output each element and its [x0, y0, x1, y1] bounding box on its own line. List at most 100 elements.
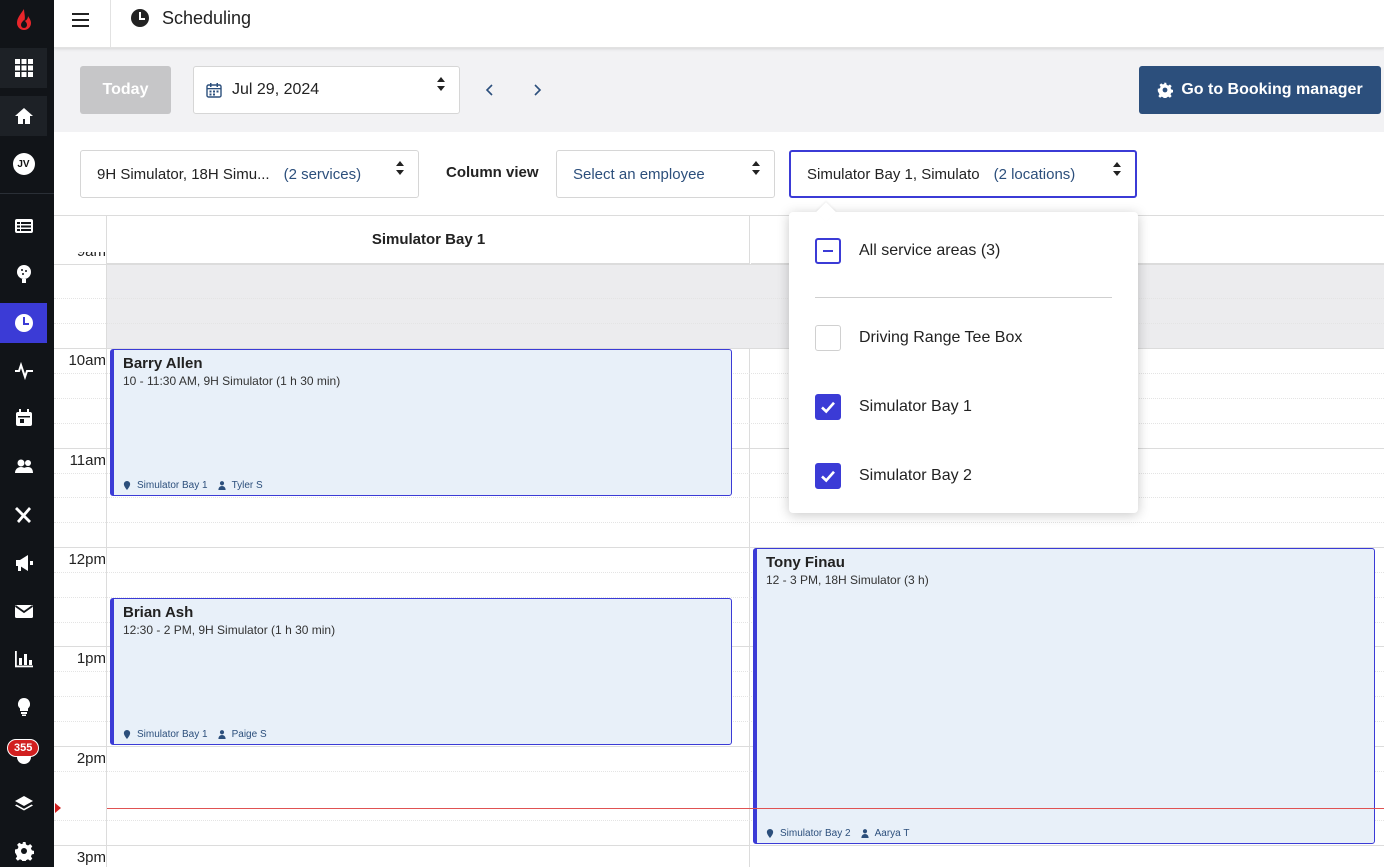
appointment-customer: Tony Finau	[766, 554, 845, 571]
option-simulator-bay-2[interactable]: Simulator Bay 2	[815, 463, 972, 489]
dropdown-divider	[815, 297, 1112, 298]
column-header: Simulator Bay 1	[107, 216, 750, 264]
services-count: (2 services)	[283, 165, 362, 183]
locations-count: (2 locations)	[993, 165, 1076, 183]
map-pin-icon	[123, 730, 131, 739]
time-label: 2pm	[76, 750, 106, 767]
date-value: Jul 29, 2024	[232, 81, 320, 98]
appointment-meta: Simulator Bay 2 Aarya T	[766, 828, 909, 839]
checkbox[interactable]	[815, 463, 841, 489]
layers-icon[interactable]	[0, 784, 47, 824]
services-select[interactable]: 9H Simulator, 18H Simu... (2 services)	[80, 150, 419, 198]
megaphone-icon[interactable]	[0, 543, 47, 583]
sidebar-divider	[0, 193, 54, 194]
appointment-detail: 12:30 - 2 PM, 9H Simulator (1 h 30 min)	[123, 623, 336, 637]
hour-line	[54, 845, 1384, 846]
date-toolbar: Today Jul 29, 2024 Go to Booking manager	[54, 48, 1384, 132]
appointment-card[interactable]: Barry Allen 10 - 11:30 AM, 9H Simulator …	[110, 349, 732, 496]
users-icon[interactable]	[0, 446, 47, 486]
appointment-location: Simulator Bay 1	[137, 480, 208, 491]
sub-hour-line	[54, 323, 1384, 324]
gear-icon	[1158, 82, 1174, 98]
top-header: Scheduling	[54, 0, 1384, 48]
column-view-label: Column view	[446, 164, 539, 181]
locations-dropdown: All service areas (3) Driving Range Tee …	[789, 202, 1138, 513]
checkbox[interactable]	[815, 325, 841, 351]
user-icon	[217, 481, 226, 490]
indeterminate-checkbox[interactable]	[815, 238, 841, 264]
calendar-icon[interactable]	[0, 398, 47, 438]
list-icon[interactable]	[0, 206, 47, 246]
time-label: 11am	[69, 452, 106, 469]
employee-select[interactable]: Select an employee	[556, 150, 775, 198]
checkmark-icon	[821, 470, 835, 483]
grid-icon[interactable]	[0, 48, 47, 88]
locations-select[interactable]: Simulator Bay 1, Simulato (2 locations)	[789, 150, 1137, 198]
user-icon	[860, 829, 869, 838]
page-title: Scheduling	[162, 7, 252, 28]
employee-stepper	[750, 161, 762, 175]
golf-ball-icon[interactable]	[0, 254, 47, 294]
appointment-meta: Simulator Bay 1 Paige S	[123, 729, 267, 740]
next-day-button[interactable]	[528, 81, 546, 99]
option-label: Driving Range Tee Box	[859, 329, 1023, 346]
map-pin-icon	[766, 829, 774, 838]
gear-icon[interactable]	[0, 831, 47, 867]
lightspeed-logo-icon[interactable]	[0, 0, 47, 40]
appointment-location: Simulator Bay 1	[137, 729, 208, 740]
appointment-customer: Barry Allen	[123, 355, 203, 372]
notification-badge: 355	[7, 739, 40, 757]
calendar-icon	[206, 83, 222, 98]
time-label: 12pm	[68, 551, 106, 568]
booking-manager-label: Go to Booking manager	[1181, 81, 1363, 98]
option-label: Simulator Bay 2	[859, 467, 972, 484]
today-button[interactable]: Today	[80, 66, 171, 114]
current-time-marker	[55, 803, 61, 813]
checkbox[interactable]	[815, 394, 841, 420]
home-icon[interactable]	[0, 96, 47, 136]
hour-line	[54, 264, 1384, 265]
services-value: 9H Simulator, 18H Simu...	[97, 165, 270, 183]
appointment-card[interactable]: Brian Ash 12:30 - 2 PM, 9H Simulator (1 …	[110, 598, 732, 745]
clock-icon[interactable]	[0, 303, 47, 343]
option-all-service-areas[interactable]: All service areas (3)	[815, 238, 1000, 264]
hamburger-menu-icon[interactable]	[72, 10, 94, 30]
sub-hour-line	[54, 497, 1384, 498]
appointment-location: Simulator Bay 2	[780, 828, 851, 839]
time-label: 10am	[68, 352, 106, 369]
bar-chart-icon[interactable]	[0, 639, 47, 679]
services-stepper	[394, 161, 406, 175]
current-time-line	[107, 808, 1384, 809]
checkmark-icon	[821, 401, 835, 414]
option-driving-range-tee-box[interactable]: Driving Range Tee Box	[815, 325, 1022, 351]
calendar-grid: Simulator Bay 1 Simulator Bay 2 9am 10am	[54, 216, 1384, 867]
golf-tools-icon[interactable]	[0, 494, 47, 534]
sub-hour-line	[54, 522, 1384, 523]
app-root: JV 355 Scheduling Today Jul 29, 2024 Go …	[0, 0, 1384, 867]
time-label-text: 9am	[77, 252, 106, 260]
avatar-initials: JV	[12, 153, 35, 175]
appointment-staff: Paige S	[231, 729, 267, 740]
avatar[interactable]: JV	[0, 144, 47, 184]
time-label: 3pm	[76, 849, 106, 866]
appointment-detail: 10 - 11:30 AM, 9H Simulator (1 h 30 min)	[123, 374, 341, 388]
option-label: Simulator Bay 1	[859, 398, 972, 415]
filter-row: 9H Simulator, 18H Simu... (2 services) C…	[54, 132, 1384, 216]
closed-hours-band	[107, 264, 1384, 348]
date-picker-field[interactable]: Jul 29, 2024	[193, 66, 460, 114]
page-title-group: Scheduling	[130, 6, 251, 30]
header-divider	[110, 0, 111, 48]
option-simulator-bay-1[interactable]: Simulator Bay 1	[815, 394, 972, 420]
go-to-booking-manager-button[interactable]: Go to Booking manager	[1139, 66, 1381, 114]
appointment-detail: 12 - 3 PM, 18H Simulator (3 h)	[766, 573, 929, 587]
option-label: All service areas (3)	[859, 242, 1001, 259]
previous-day-button[interactable]	[481, 81, 499, 99]
map-pin-icon	[123, 481, 131, 490]
date-stepper[interactable]	[435, 77, 447, 91]
activity-icon[interactable]	[0, 350, 47, 390]
appointment-customer: Brian Ash	[123, 604, 194, 621]
locations-value: Simulator Bay 1, Simulato	[807, 165, 980, 183]
lightbulb-icon[interactable]	[0, 687, 47, 727]
envelope-icon[interactable]	[0, 591, 47, 631]
appointment-card[interactable]: Tony Finau 12 - 3 PM, 18H Simulator (3 h…	[753, 548, 1375, 844]
